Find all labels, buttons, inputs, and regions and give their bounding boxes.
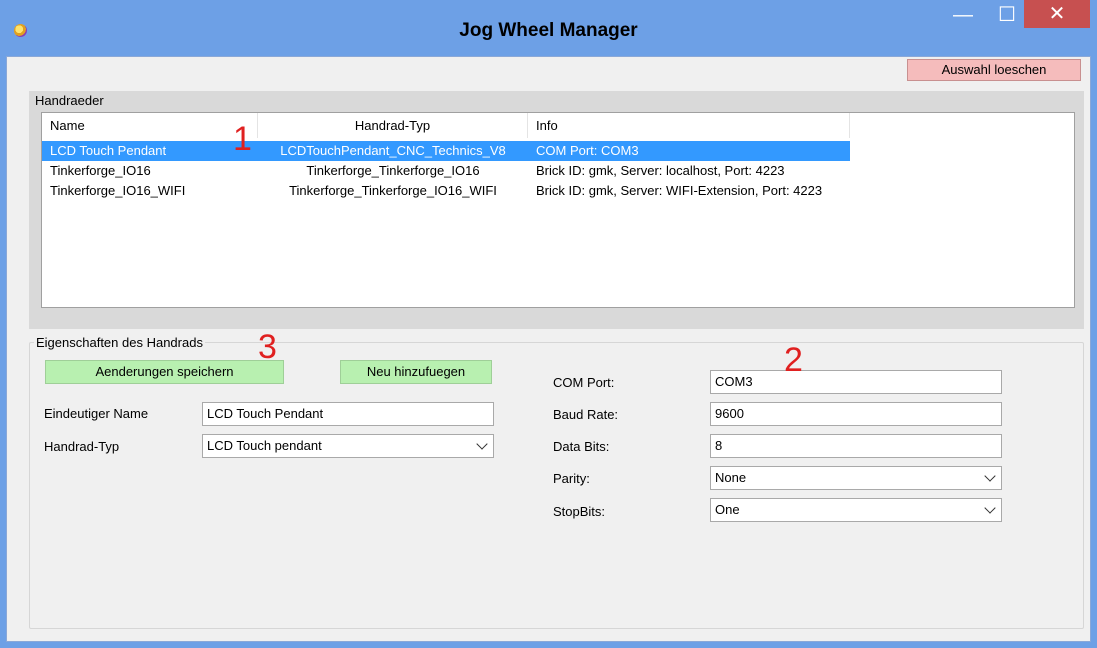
close-button[interactable]: ✕	[1024, 0, 1090, 28]
list-header: Name Handrad-Typ Info	[42, 113, 1074, 138]
properties-group-label: Eigenschaften des Handrads	[34, 335, 205, 350]
list-item[interactable]: Tinkerforge_IO16_WIFI Tinkerforge_Tinker…	[42, 181, 850, 201]
stopbits-label: StopBits:	[553, 504, 606, 519]
list-item[interactable]: Tinkerforge_IO16 Tinkerforge_Tinkerforge…	[42, 161, 850, 181]
client-area: Auswahl loeschen Handraeder Name Handrad…	[6, 56, 1091, 642]
chevron-down-icon	[984, 502, 996, 514]
row-info: COM Port: COM3	[536, 143, 639, 158]
row-type: Tinkerforge_Tinkerforge_IO16	[306, 163, 480, 178]
row-name: LCD Touch Pendant	[50, 143, 167, 158]
column-header-info[interactable]: Info	[528, 113, 850, 138]
annotation-2: 2	[784, 341, 803, 379]
row-type: LCDTouchPendant_CNC_Technics_V8	[280, 143, 506, 158]
handwheels-group: Handraeder Name Handrad-Typ Info LCD Tou…	[29, 91, 1084, 329]
type-dropdown-value: LCD Touch pendant	[207, 438, 322, 453]
unique-name-field[interactable]: LCD Touch Pendant	[202, 402, 494, 426]
column-header-name[interactable]: Name	[42, 113, 258, 138]
type-label: Handrad-Typ	[44, 439, 120, 454]
com-port-field[interactable]: COM3	[710, 370, 1002, 394]
parity-dropdown[interactable]: None	[710, 466, 1002, 490]
data-bits-field[interactable]: 8	[710, 434, 1002, 458]
type-dropdown[interactable]: LCD Touch pendant	[202, 434, 494, 458]
baud-rate-label: Baud Rate:	[553, 407, 619, 422]
maximize-button[interactable]: ☐	[990, 0, 1024, 30]
parity-label: Parity:	[553, 471, 590, 486]
add-new-button[interactable]: Neu hinzufuegen	[340, 360, 492, 384]
data-bits-label: Data Bits:	[553, 439, 610, 454]
row-name: Tinkerforge_IO16_WIFI	[50, 183, 186, 198]
window-title: Jog Wheel Manager	[459, 20, 638, 41]
stopbits-dropdown-value: One	[715, 502, 740, 517]
handwheels-group-label: Handraeder	[35, 93, 104, 108]
row-name: Tinkerforge_IO16	[50, 163, 151, 178]
chevron-down-icon	[476, 438, 488, 450]
row-info: Brick ID: gmk, Server: WIFI-Extension, P…	[536, 183, 823, 198]
row-info: Brick ID: gmk, Server: localhost, Port: …	[536, 163, 785, 178]
list-item[interactable]: LCD Touch Pendant LCDTouchPendant_CNC_Te…	[42, 141, 850, 161]
minimize-button[interactable]: —	[948, 0, 978, 30]
handwheels-list[interactable]: Name Handrad-Typ Info LCD Touch Pendant …	[41, 112, 1075, 308]
properties-group: Eigenschaften des Handrads Aenderungen s…	[29, 335, 1084, 629]
unique-name-label: Eindeutiger Name	[44, 406, 149, 421]
save-changes-button[interactable]: Aenderungen speichern	[45, 360, 284, 384]
baud-rate-field[interactable]: 9600	[710, 402, 1002, 426]
stopbits-dropdown[interactable]: One	[710, 498, 1002, 522]
row-type: Tinkerforge_Tinkerforge_IO16_WIFI	[289, 183, 497, 198]
title-bar: Jog Wheel Manager — ☐ ✕	[0, 0, 1097, 56]
clear-selection-button[interactable]: Auswahl loeschen	[907, 59, 1081, 81]
column-header-type[interactable]: Handrad-Typ	[258, 113, 528, 138]
annotation-1: 1	[233, 120, 252, 158]
com-port-label: COM Port:	[553, 375, 615, 390]
chevron-down-icon	[984, 470, 996, 482]
annotation-3: 3	[258, 328, 277, 366]
parity-dropdown-value: None	[715, 470, 747, 485]
